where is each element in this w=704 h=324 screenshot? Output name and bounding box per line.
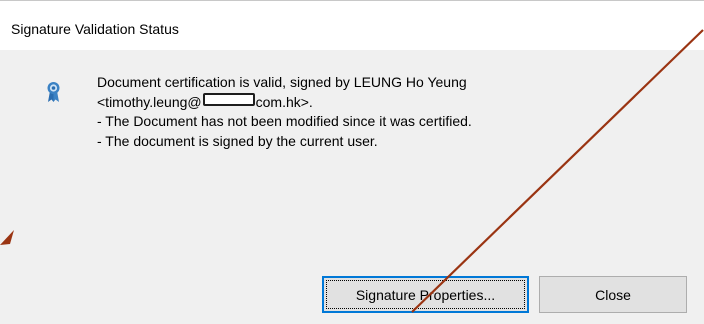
redaction-box [202, 92, 255, 106]
current-user-line: - The document is signed by the current … [97, 132, 378, 149]
dialog-title: Signature Validation Status [11, 21, 179, 37]
email-suffix: com.hk>. [255, 93, 313, 110]
signer-line: Document certification is valid, signed … [97, 74, 467, 90]
email-prefix: <timothy.leung@ [97, 93, 202, 110]
close-label: Close [595, 286, 631, 303]
not-modified-line: - The Document has not been modified sin… [97, 113, 472, 129]
close-button[interactable]: Close [539, 276, 687, 313]
signer-email-line: <timothy.leung@ com.hk>. [97, 92, 657, 113]
focus-ring [326, 280, 525, 309]
dialog-title-bar: Signature Validation Status [0, 0, 704, 50]
annotation-arrowhead-left [0, 230, 14, 245]
signature-properties-button[interactable]: Signature Properties... [322, 276, 529, 313]
validation-message: Document certification is valid, signed … [97, 73, 657, 151]
certificate-ribbon-icon [47, 81, 60, 103]
